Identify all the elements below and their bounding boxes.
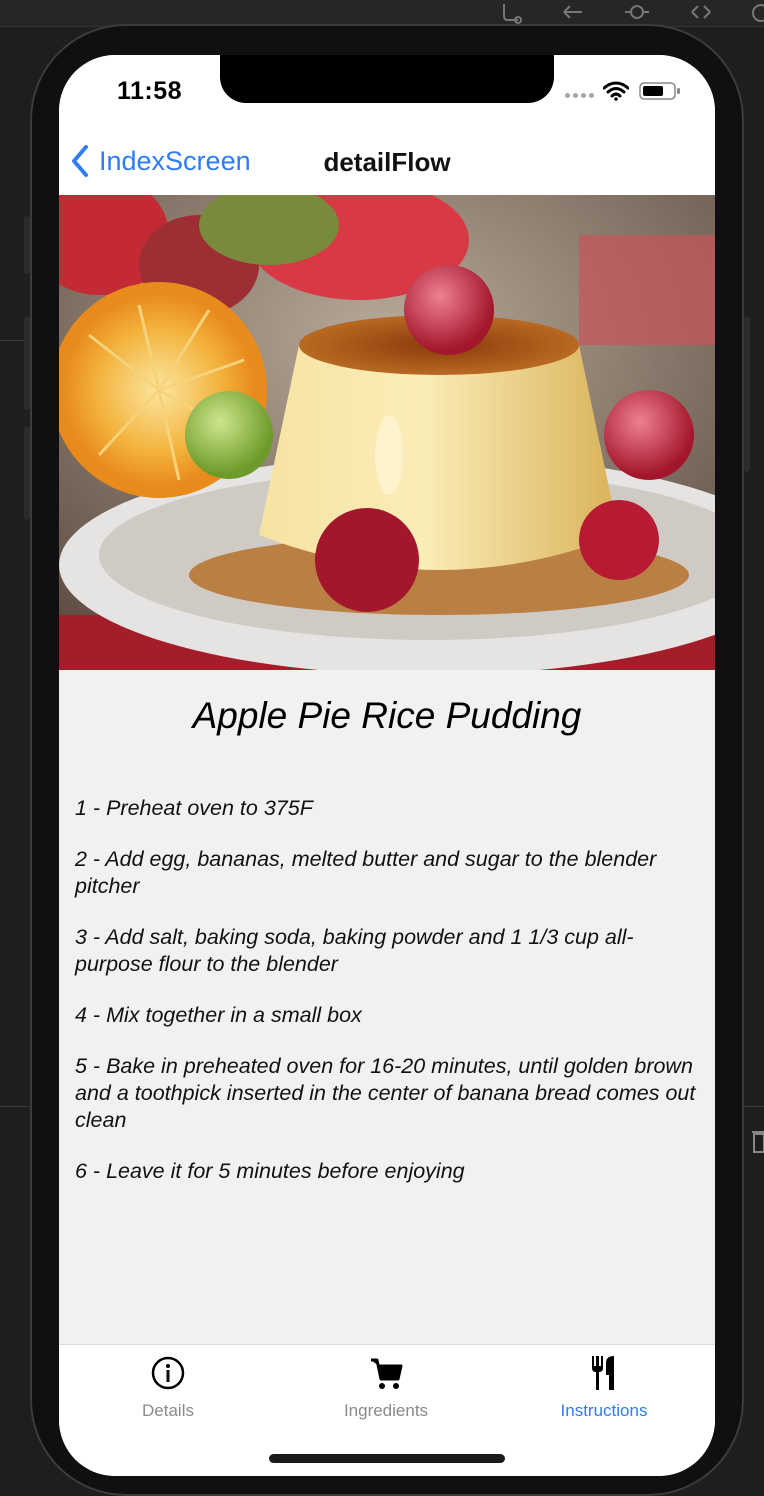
recipe-hero-image: [59, 195, 715, 670]
tab-instructions[interactable]: Instructions: [495, 1353, 713, 1421]
divider: [0, 1106, 30, 1107]
toolbar-tool-icon[interactable]: [560, 2, 586, 24]
tab-ingredients[interactable]: Ingredients: [277, 1353, 495, 1421]
instruction-step: 2 - Add egg, bananas, melted butter and …: [75, 847, 657, 898]
status-time: 11:58: [117, 77, 183, 105]
toolbar-tool-icon[interactable]: [688, 2, 714, 24]
tab-instructions-label: Instructions: [560, 1401, 648, 1420]
navigation-bar: IndexScreen detailFlow: [59, 135, 715, 196]
flan-photo: [59, 195, 715, 670]
recipe-title: Apple Pie Rice Pudding: [192, 695, 582, 736]
nav-title: detailFlow: [323, 147, 451, 177]
battery-icon: [639, 82, 680, 100]
power-button: [744, 316, 750, 472]
toolbar-tool-icon[interactable]: [498, 2, 524, 24]
instruction-step: 1 - Preheat oven to 375F: [75, 796, 313, 820]
simulator-toolbar: [0, 0, 764, 27]
app-screen: 11:58 IndexScreen detailFlow Apple Pie R…: [59, 55, 715, 1476]
wifi-icon: [603, 81, 629, 101]
status-bar: 11:58: [59, 55, 715, 135]
cellular-signal-icon: [565, 93, 594, 98]
info-circle-icon: [151, 1356, 185, 1390]
fork-knife-icon: [592, 1356, 614, 1390]
volume-up-button: [24, 316, 30, 410]
instruction-step: 6 - Leave it for 5 minutes before enjoyi…: [75, 1159, 465, 1183]
instruction-steps: 1 - Preheat oven to 375F 2 - Add egg, ba…: [75, 795, 709, 1209]
instruction-step: 4 - Mix together in a small box: [75, 1003, 362, 1027]
cart-icon: [371, 1358, 403, 1389]
divider: [744, 1106, 764, 1107]
mute-switch: [24, 216, 30, 274]
toolbar-tool-icon[interactable]: [624, 2, 650, 24]
tab-ingredients-label: Ingredients: [343, 1401, 429, 1420]
volume-down-button: [24, 426, 30, 520]
home-indicator: [269, 1454, 505, 1463]
toolbar-tool-icon[interactable]: [748, 2, 764, 24]
tab-details-label: Details: [142, 1401, 194, 1420]
instruction-step: 3 - Add salt, baking soda, baking powder…: [75, 925, 634, 976]
instruction-step: 5 - Bake in preheated oven for 16-20 min…: [75, 1054, 696, 1132]
device-notch: [220, 55, 554, 103]
simulator-desktop: 11:58 IndexScreen detailFlow Apple Pie R…: [0, 0, 764, 1496]
trash-icon[interactable]: [752, 1128, 764, 1154]
tab-details[interactable]: Details: [59, 1353, 277, 1421]
